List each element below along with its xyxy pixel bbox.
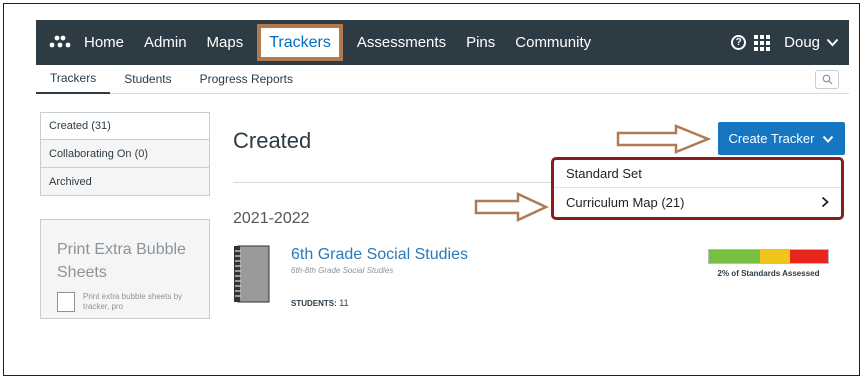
progress-label: 2% of Standards Assessed — [717, 269, 820, 278]
logo-icon[interactable] — [40, 20, 80, 65]
progress-segment-yellow — [760, 250, 790, 263]
print-card-text: Print extra bubble sheets by tracker, pr… — [83, 292, 183, 311]
chevron-down-icon — [826, 38, 839, 47]
subnav-trackers[interactable]: Trackers — [36, 65, 111, 94]
search-icon — [822, 74, 832, 84]
nav-right: ? Doug — [731, 20, 849, 65]
annotation-arrow-icon — [616, 124, 711, 154]
screenshot-frame: Home Admin Maps Trackers Assessments Pin… — [3, 3, 860, 376]
apps-grid-icon[interactable] — [754, 34, 771, 51]
annotation-arrow-icon — [474, 192, 549, 222]
nav-admin[interactable]: Admin — [134, 20, 197, 65]
chevron-down-icon — [823, 135, 834, 143]
tracker-title-link[interactable]: 6th Grade Social Studies — [291, 246, 468, 264]
students-value: 11 — [339, 298, 349, 308]
divider — [233, 182, 563, 183]
user-menu[interactable]: Doug — [784, 34, 839, 51]
print-card-body: Print extra bubble sheets by tracker, pr… — [57, 292, 193, 312]
dropdown-item-standard-set[interactable]: Standard Set — [554, 160, 841, 188]
create-tracker-dropdown: Standard Set Curriculum Map (21) — [551, 157, 844, 220]
print-bubble-sheets-card[interactable]: Print Extra Bubble Sheets Print extra bu… — [40, 219, 210, 319]
sub-nav: Trackers Students Progress Reports — [36, 65, 849, 94]
nav-pins[interactable]: Pins — [456, 20, 505, 65]
help-icon[interactable]: ? — [731, 35, 747, 50]
nav-assessments[interactable]: Assessments — [347, 20, 456, 65]
subnav-students[interactable]: Students — [110, 65, 185, 94]
year-heading: 2021-2022 — [233, 210, 310, 227]
print-card-title: Print Extra Bubble Sheets — [57, 241, 186, 281]
create-tracker-label: Create Tracker — [728, 131, 815, 146]
nav-trackers-label[interactable]: Trackers — [257, 24, 343, 61]
dropdown-item-label: Standard Set — [566, 166, 642, 181]
nav-home[interactable]: Home — [80, 20, 134, 65]
nav-maps[interactable]: Maps — [197, 20, 254, 65]
dropdown-item-curriculum-map[interactable]: Curriculum Map (21) — [554, 188, 841, 216]
user-name: Doug — [784, 34, 820, 51]
progress-segment-green — [709, 250, 760, 263]
sidebar-tab-archived[interactable]: Archived — [40, 168, 210, 196]
search-button[interactable] — [815, 69, 839, 89]
create-tracker-button[interactable]: Create Tracker — [718, 122, 845, 155]
students-label: STUDENTS: — [291, 299, 337, 308]
sidebar: Created (31) Collaborating On (0) Archiv… — [40, 112, 210, 196]
sidebar-tab-collaborating[interactable]: Collaborating On (0) — [40, 140, 210, 168]
notebook-icon — [234, 245, 270, 303]
tracker-subtitle: 6th-8th Grade Social Studies — [291, 266, 394, 275]
nav-community[interactable]: Community — [505, 20, 601, 65]
nav-trackers[interactable]: Trackers — [257, 20, 343, 65]
page-title: Created — [233, 128, 312, 153]
subnav-progress-reports[interactable]: Progress Reports — [186, 65, 307, 94]
dropdown-item-label: Curriculum Map (21) — [566, 194, 685, 210]
chevron-right-icon — [821, 196, 829, 208]
sidebar-tab-created[interactable]: Created (31) — [40, 112, 210, 140]
progress-segment-red — [790, 250, 828, 263]
sheet-icon — [57, 292, 75, 312]
standards-progress-bar — [708, 249, 829, 264]
students-count: STUDENTS: 11 — [291, 298, 349, 308]
top-nav: Home Admin Maps Trackers Assessments Pin… — [36, 20, 849, 65]
